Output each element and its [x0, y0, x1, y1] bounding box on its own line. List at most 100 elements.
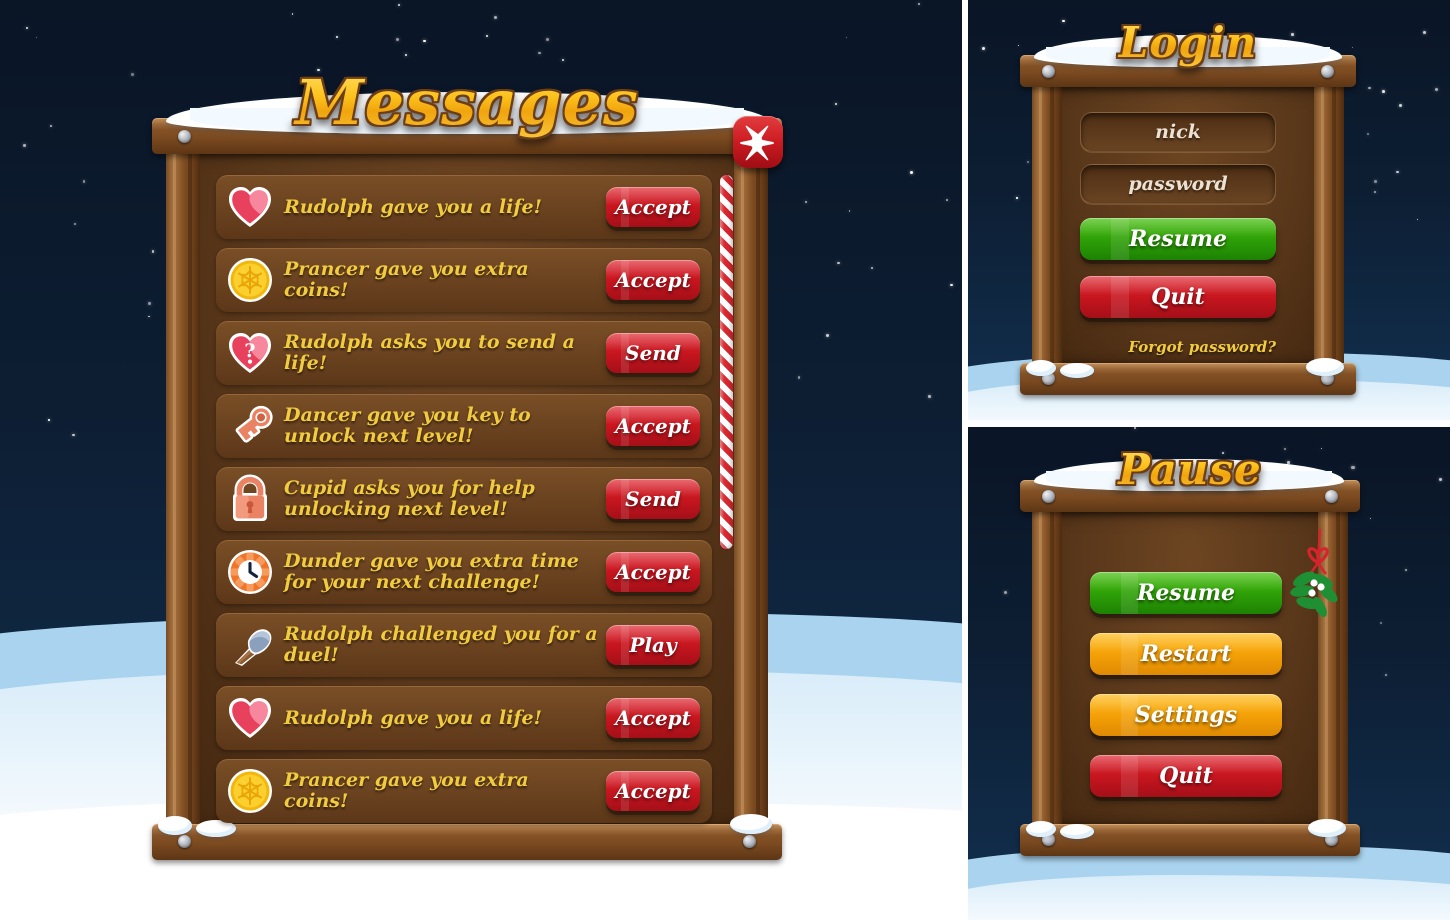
star [910, 170, 914, 174]
message-text: Rudolph gave you a life! [284, 195, 542, 218]
close-icon [740, 125, 774, 161]
scrollbar-candy-cane[interactable] [720, 175, 733, 549]
password-input[interactable]: password [1080, 164, 1276, 204]
star [147, 302, 151, 305]
message-action-button[interactable]: Accept [606, 771, 700, 811]
padlock-icon [233, 474, 267, 521]
screw-bottom-right [743, 835, 756, 848]
pause-scene: Pause Resume Restart Settings Quit [968, 427, 1450, 920]
messages-list: Rudolph gave you a life! Accept Prancer ga… [216, 175, 712, 832]
snow-blob-bottom-left-a [1026, 821, 1056, 837]
star [404, 53, 408, 57]
coin-snowflake-icon [228, 258, 272, 302]
message-action-button[interactable]: Accept [606, 260, 700, 300]
message-text: Cupid asks you for help unlocking next l… [284, 477, 535, 520]
message-text: Rudolph challenged you for a duel! [284, 623, 598, 666]
pause-restart-button[interactable]: Restart [1090, 633, 1282, 675]
star [23, 144, 26, 147]
clock-icon [228, 550, 272, 594]
star [825, 333, 830, 337]
message-text: Dunder gave you extra time for your next… [284, 550, 579, 593]
star [1373, 190, 1376, 193]
message-text: Dancer gave you key to unlock next level… [284, 404, 531, 447]
frame-post-right [734, 142, 768, 840]
heart-icon [229, 698, 271, 738]
login-title: Login [1020, 18, 1356, 67]
pause-quit-button[interactable]: Quit [1090, 755, 1282, 797]
message-action-button[interactable]: Accept [606, 698, 700, 738]
star [1398, 104, 1402, 108]
mistletoe-icon [1290, 528, 1338, 617]
message-row[interactable]: Cupid asks you for help unlocking next l… [216, 467, 712, 531]
star [1379, 621, 1382, 624]
star [1439, 477, 1443, 481]
snow-blob-bottom-left-b [1060, 363, 1094, 378]
message-row[interactable]: Rudolph challenged you for a duel! Play [216, 613, 712, 677]
message-action-button[interactable]: Accept [606, 187, 700, 227]
coin-snowflake-icon [228, 769, 272, 813]
star [1381, 89, 1385, 93]
star [928, 395, 931, 398]
star [1422, 30, 1426, 34]
message-row[interactable]: Dunder gave you extra time for your next… [216, 540, 712, 604]
message-action-button[interactable]: Send [606, 479, 700, 519]
nick-input[interactable]: nick [1080, 112, 1276, 152]
star [918, 3, 920, 5]
message-text: Prancer gave you extra coins! [284, 258, 529, 301]
message-text: Prancer gave you extra coins! [284, 769, 529, 812]
frame-post-left [166, 142, 200, 840]
svg-text:?: ? [244, 340, 255, 362]
message-row[interactable]: Rudolph gave you a life! Accept [216, 686, 712, 750]
message-action-button[interactable]: Play [606, 625, 700, 665]
pause-settings-button[interactable]: Settings [1090, 694, 1282, 736]
pause-resume-button[interactable]: Resume [1090, 572, 1282, 614]
message-text: Rudolph asks you to send a life! [284, 331, 575, 374]
star [1434, 87, 1438, 91]
close-button[interactable] [733, 116, 783, 168]
frame-post-left [1032, 502, 1062, 838]
star [946, 198, 948, 201]
snow-blob-bottom-right-a [1308, 819, 1346, 837]
message-action-button[interactable]: Send [606, 333, 700, 373]
message-action-button[interactable]: Accept [606, 406, 700, 446]
frame-post-right [1314, 77, 1344, 377]
star [538, 51, 541, 54]
snow-blob-bottom-left-b [1060, 824, 1094, 839]
axe-icon [235, 629, 272, 666]
message-row[interactable]: Prancer gave you extra coins! Accept [216, 248, 712, 312]
clock-icon-wrap [226, 548, 274, 596]
star [336, 35, 339, 38]
star [545, 37, 549, 42]
star [561, 58, 564, 61]
snow-hill-front [968, 875, 1450, 920]
message-row[interactable]: Rudolph gave you a life! Accept [216, 175, 712, 239]
forgot-password-link[interactable]: Forgot password? [1076, 338, 1276, 356]
message-row[interactable]: Prancer gave you extra coins! Accept [216, 759, 712, 823]
screw-bottom-left [178, 835, 191, 848]
padlock-icon-wrap [226, 474, 274, 523]
star [797, 376, 800, 379]
login-quit-button[interactable]: Quit [1080, 276, 1276, 318]
message-text: Rudolph gave you a life! [284, 706, 542, 729]
star [48, 419, 50, 421]
message-action-button[interactable]: Accept [606, 552, 700, 592]
heart-icon-wrap [226, 183, 274, 231]
frame-post-left [1032, 77, 1062, 377]
key-icon-wrap [226, 402, 274, 450]
login-resume-button[interactable]: Resume [1080, 218, 1276, 260]
star [981, 46, 985, 50]
snow-blob-bottom-right-a [730, 814, 772, 834]
snow-blob-bottom-left-a [158, 816, 192, 835]
coin-snowflake-icon-wrap [226, 256, 274, 304]
axe-icon-wrap [226, 621, 274, 669]
heart-icon [229, 187, 271, 227]
star [1384, 673, 1387, 676]
message-row[interactable]: Dancer gave you key to unlock next level… [216, 394, 712, 458]
messages-scene: Messages Rudolph gave you a life! Accept P… [0, 0, 962, 920]
star [1366, 132, 1370, 135]
pause-title: Pause [1020, 445, 1360, 494]
heart-question-icon: ? [229, 333, 271, 373]
message-row[interactable]: ? Rudolph asks you to send a life! Send [216, 321, 712, 385]
login-scene: Login nick password Resume Quit Forgot p… [968, 0, 1450, 420]
star [1016, 197, 1018, 199]
